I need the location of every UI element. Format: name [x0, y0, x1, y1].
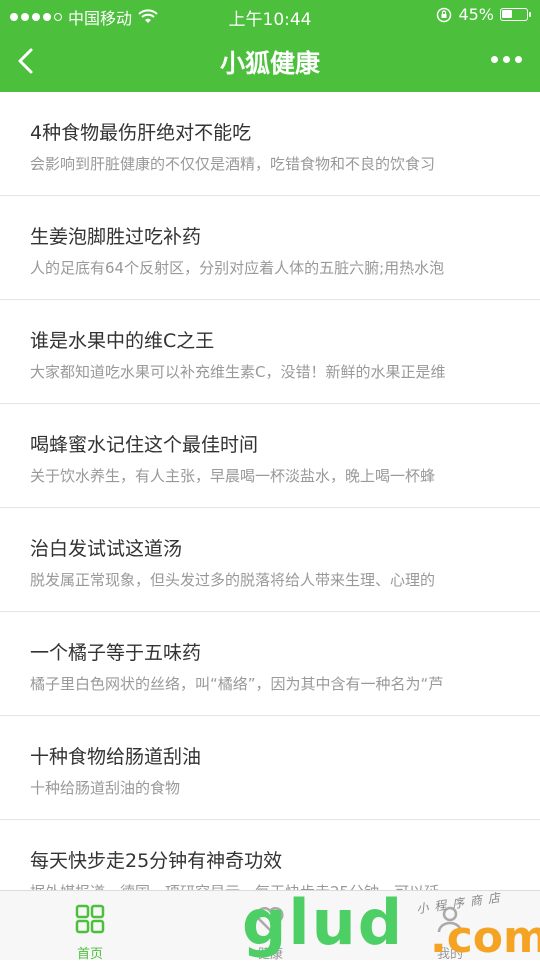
- list-item[interactable]: 十种食物给肠道刮油 十种给肠道刮油的食物: [0, 716, 540, 820]
- list-item[interactable]: 谁是水果中的维C之王 大家都知道吃水果可以补充维生素C，没错！新鲜的水果正是维: [0, 300, 540, 404]
- article-desc: 橘子里白色网状的丝络，叫“橘络”，因为其中含有一种名为“芦: [30, 675, 444, 693]
- user-icon: [437, 906, 463, 933]
- article-title: 一个橘子等于五味药: [30, 642, 202, 664]
- more-icon[interactable]: [491, 56, 522, 63]
- tab-home-label: 首页: [76, 947, 103, 962]
- rotation-lock-icon: [437, 7, 452, 22]
- tab-mine-label: 我的: [436, 947, 463, 962]
- battery-icon: [500, 8, 531, 21]
- article-desc: 人的足底有64个反射区，分别对应着人体的五脏六腑;用热水泡: [30, 259, 445, 277]
- nav-bar: 小狐健康: [0, 30, 540, 92]
- health-icon: [256, 906, 284, 932]
- tab-health-label: 健康: [256, 947, 283, 962]
- list-item[interactable]: 治白发试试这道汤 脱发属正常现象，但头发过多的脱落将给人带来生理、心理的: [0, 508, 540, 612]
- tab-bar: 首页 健康 我的: [0, 890, 540, 962]
- list-item[interactable]: 生姜泡脚胜过吃补药 人的足底有64个反射区，分别对应着人体的五脏六腑;用热水泡: [0, 196, 540, 300]
- list-item[interactable]: 一个橘子等于五味药 橘子里白色网状的丝络，叫“橘络”，因为其中含有一种名为“芦: [0, 612, 540, 716]
- article-desc: 大家都知道吃水果可以补充维生素C，没错！新鲜的水果正是维: [30, 363, 446, 381]
- list-item[interactable]: 喝蜂蜜水记住这个最佳时间 关于饮水养生，有人主张，早晨喝一杯淡盐水，晚上喝一杯蜂: [0, 404, 540, 508]
- article-desc: 会影响到肝脏健康的不仅仅是酒精，吃错食物和不良的饮食习: [30, 155, 436, 173]
- list-item[interactable]: 4种食物最伤肝绝对不能吃 会影响到肝脏健康的不仅仅是酒精，吃错食物和不良的饮食习: [0, 92, 540, 196]
- grid-icon: [75, 904, 105, 934]
- article-desc: 关于饮水养生，有人主张，早晨喝一杯淡盐水，晚上喝一杯蜂: [30, 467, 436, 485]
- article-desc: 脱发属正常现象，但头发过多的脱落将给人带来生理、心理的: [30, 571, 436, 589]
- battery-percent: 45%: [458, 5, 494, 24]
- article-list: 4种食物最伤肝绝对不能吃 会影响到肝脏健康的不仅仅是酒精，吃错食物和不良的饮食习…: [0, 92, 540, 890]
- article-title: 治白发试试这道汤: [30, 538, 183, 560]
- tab-mine[interactable]: 我的: [360, 891, 540, 962]
- article-title: 十种食物给肠道刮油: [30, 746, 202, 768]
- article-title: 每天快步走25分钟有神奇功效: [30, 850, 283, 872]
- article-title: 谁是水果中的维C之王: [30, 330, 215, 352]
- tab-health[interactable]: 健康: [180, 891, 360, 962]
- page-title: 小狐健康: [219, 49, 320, 78]
- list-item[interactable]: 每天快步走25分钟有神奇功效 据外媒报道，德国一项研究显示，每天快步走25分钟，…: [0, 820, 540, 890]
- article-title: 生姜泡脚胜过吃补药: [30, 226, 202, 248]
- article-desc: 据外媒报道，德国一项研究显示，每天快步走25分钟，可以延: [30, 873, 520, 890]
- status-bar: 中国移动 上午10:44 45%: [0, 0, 540, 30]
- tab-home[interactable]: 首页: [0, 891, 180, 962]
- article-title: 4种食物最伤肝绝对不能吃: [30, 122, 252, 144]
- article-desc: 十种给肠道刮油的食物: [30, 779, 181, 797]
- status-right: 45%: [436, 5, 531, 24]
- article-title: 喝蜂蜜水记住这个最佳时间: [30, 434, 259, 456]
